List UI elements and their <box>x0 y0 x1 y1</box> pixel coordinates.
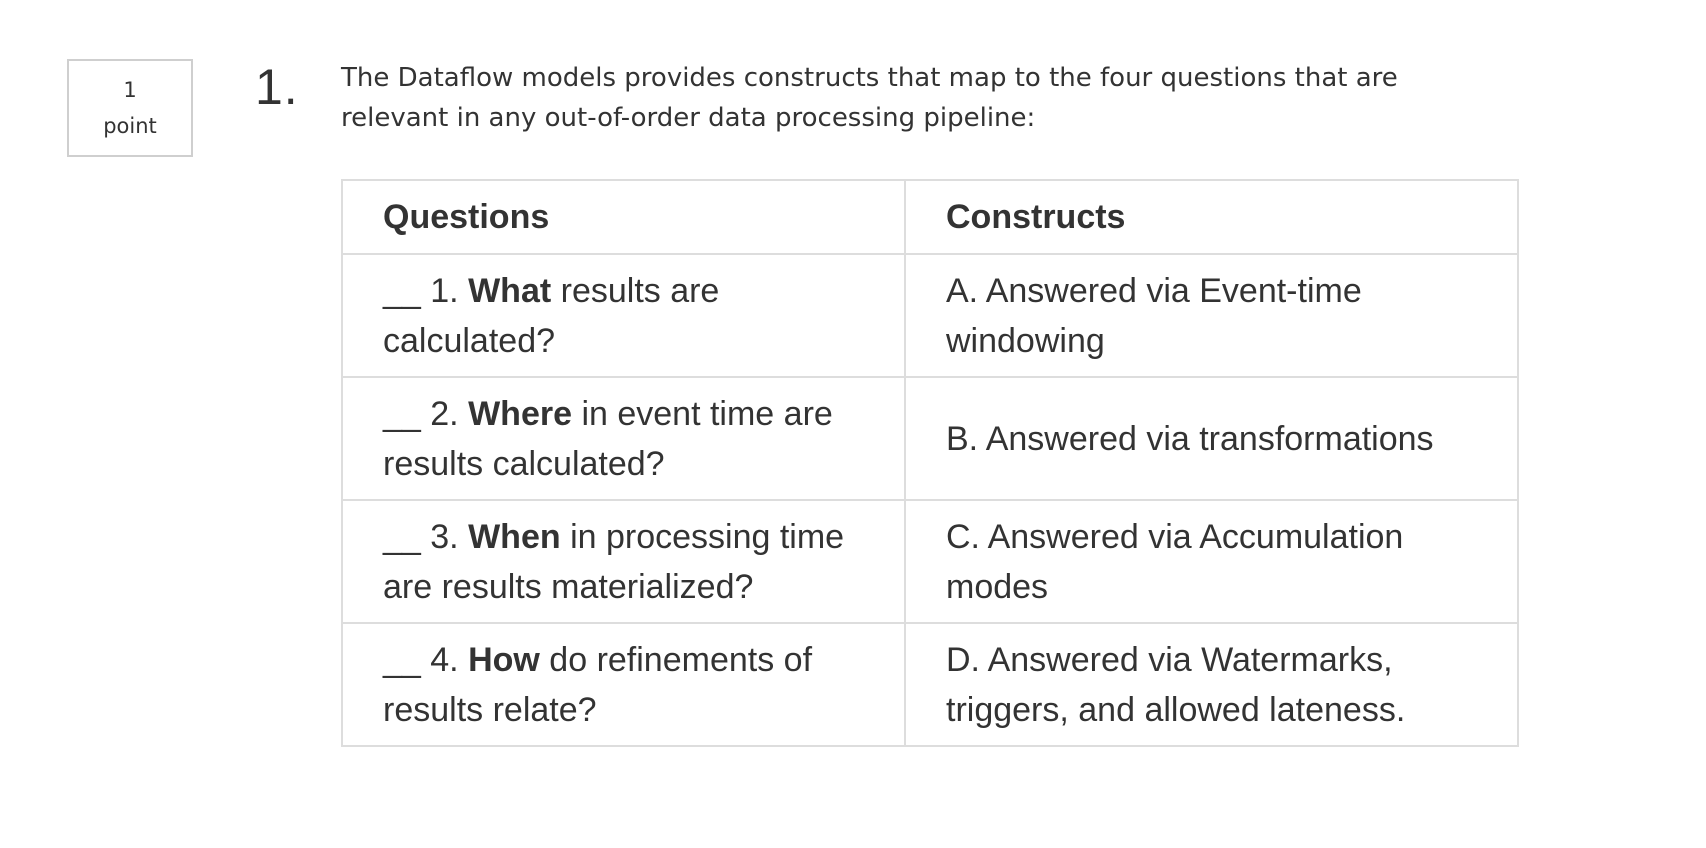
question-cell: __ 4. How do refinements of results rela… <box>341 622 906 747</box>
matching-table: Questions Constructs __ 1. What results … <box>341 179 1519 747</box>
question-cell: __ 1. What results are calculated? <box>341 253 906 378</box>
points-badge: 1 point <box>67 59 193 157</box>
answer-blank: __ 2. <box>383 394 469 433</box>
table-row: __ 4. How do refinements of results rela… <box>341 622 1519 747</box>
table-row: __ 2. Where in event time are results ca… <box>341 376 1519 501</box>
question-number: 1. <box>255 59 299 115</box>
question-keyword: When <box>468 517 561 556</box>
question-prompt: The Dataflow models provides constructs … <box>341 63 1398 133</box>
construct-cell: B. Answered via transformations <box>904 376 1519 501</box>
construct-cell: C. Answered via Accumulation modes <box>904 499 1519 624</box>
table-header-row: Questions Constructs <box>341 179 1519 255</box>
question-keyword: How <box>468 640 540 679</box>
questions-column-header: Questions <box>341 179 906 255</box>
answer-blank: __ 4. <box>383 640 469 679</box>
answer-blank: __ 1. <box>383 271 469 310</box>
points-value: 1 <box>123 78 137 102</box>
question-cell: __ 3. When in processing time are result… <box>341 499 906 624</box>
question-cell: __ 2. Where in event time are results ca… <box>341 376 906 501</box>
question-keyword: Where <box>468 394 572 433</box>
construct-cell: D. Answered via Watermarks, triggers, an… <box>904 622 1519 747</box>
answer-blank: __ 3. <box>383 517 469 556</box>
points-unit: point <box>103 114 157 138</box>
constructs-column-header: Constructs <box>904 179 1519 255</box>
question-keyword: What <box>468 271 552 310</box>
table-row: __ 1. What results are calculated? A. An… <box>341 253 1519 378</box>
table-row: __ 3. When in processing time are result… <box>341 499 1519 624</box>
construct-cell: A. Answered via Event-time windowing <box>904 253 1519 378</box>
